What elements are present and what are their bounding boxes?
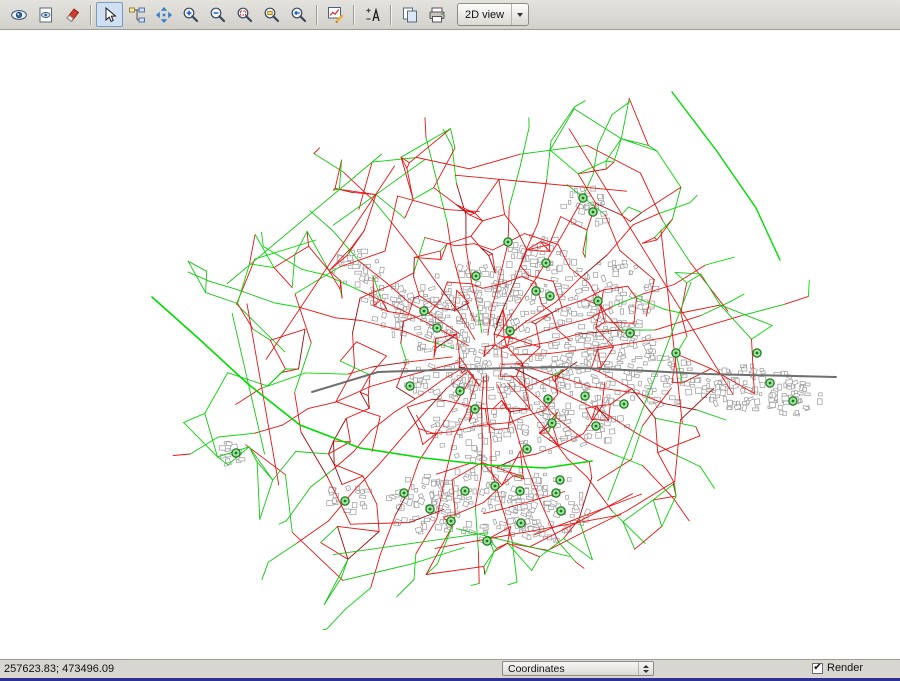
toolbar: 2D view [0, 0, 900, 30]
chevron-down-icon [511, 4, 528, 25]
render-label: Render [827, 662, 863, 674]
zoom-previous-button[interactable] [285, 2, 312, 27]
chart-edit-icon [327, 6, 345, 24]
select-hierarchy-button[interactable] [123, 2, 150, 27]
zoom-extent-button[interactable] [231, 2, 258, 27]
toolbar-separator [353, 5, 355, 25]
new-view-icon [37, 6, 55, 24]
select-pointer-button[interactable] [96, 2, 123, 27]
status-bar: 257623.83; 473496.09 Coordinates ✔ Rende… [0, 659, 900, 678]
copy-button[interactable] [396, 2, 423, 27]
toolbar-separator [390, 5, 392, 25]
clear-button[interactable] [59, 2, 86, 27]
printer-icon [428, 6, 446, 24]
application-window: 2D view 257623.83; 473496.09 Coordinates… [0, 0, 900, 681]
pan-button[interactable] [150, 2, 177, 27]
labels-icon [364, 6, 382, 24]
pan-icon [155, 6, 173, 24]
copy-icon [401, 6, 419, 24]
status-mode-value: Coordinates [503, 663, 638, 675]
zoom-in-icon [182, 6, 200, 24]
toggle-labels-button[interactable] [359, 2, 386, 27]
zoom-selection-button[interactable] [258, 2, 285, 27]
toolbar-separator [316, 5, 318, 25]
view-mode-value: 2D view [458, 9, 511, 21]
coordinates-readout: 257623.83; 473496.09 [0, 663, 114, 675]
zoom-extent-icon [236, 6, 254, 24]
zoom-out-icon [209, 6, 227, 24]
edit-chart-button[interactable] [322, 2, 349, 27]
eraser-icon [64, 6, 82, 24]
view-mode-dropdown[interactable]: 2D view [457, 3, 529, 26]
status-mode-dropdown[interactable]: Coordinates [502, 661, 654, 676]
zoom-previous-icon [290, 6, 308, 24]
toolbar-separator [90, 5, 92, 25]
zoom-in-button[interactable] [177, 2, 204, 27]
render-toggle[interactable]: ✔ Render [812, 662, 863, 674]
new-view-button[interactable] [32, 2, 59, 27]
eye-icon [10, 6, 28, 24]
render-checkbox[interactable]: ✔ [812, 663, 823, 674]
map-canvas[interactable] [0, 30, 900, 659]
pointer-icon [101, 6, 119, 24]
print-button[interactable] [423, 2, 450, 27]
hierarchy-icon [128, 6, 146, 24]
zoom-selection-icon [263, 6, 281, 24]
network-map [0, 30, 900, 659]
zoom-out-button[interactable] [204, 2, 231, 27]
show-view-button[interactable] [5, 2, 32, 27]
spinner-arrows-icon [638, 662, 653, 675]
